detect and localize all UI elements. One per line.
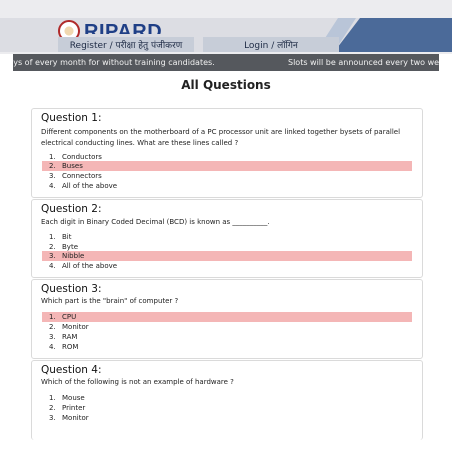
option-item[interactable]: 1. Bit xyxy=(42,232,412,242)
option-item[interactable]: 1. Mouse xyxy=(42,393,412,403)
option-label: Byte xyxy=(62,243,78,251)
question-title: Question 1: xyxy=(41,112,102,124)
option-label: All of the above xyxy=(62,262,118,270)
option-number: 3. xyxy=(49,172,56,180)
option-label: CPU xyxy=(62,313,77,321)
option-label: Monitor xyxy=(62,323,89,331)
option-item[interactable]: 2. Printer xyxy=(42,403,412,413)
option-label: Connectors xyxy=(62,172,102,180)
announcement-ticker: aturdays of every month for without trai… xyxy=(13,54,439,71)
option-number: 3. xyxy=(49,252,56,260)
register-button[interactable]: Register / परीक्षा हेतु पंजीकरण xyxy=(58,37,194,52)
question-title: Question 2: xyxy=(41,203,102,215)
option-number: 2. xyxy=(49,323,56,331)
option-number: 2. xyxy=(49,162,56,170)
question-card: Question 4: Which of the following is no… xyxy=(31,360,423,440)
option-label: ROM xyxy=(62,343,79,351)
ticker-text-left: aturdays of every month for without trai… xyxy=(13,58,215,67)
option-number: 3. xyxy=(49,333,56,341)
option-item[interactable]: 4. All of the above xyxy=(42,261,412,271)
option-number: 2. xyxy=(49,404,56,412)
question-card: Question 2: Each digit in Binary Coded D… xyxy=(31,199,423,278)
question-card: Question 1: Different components on the … xyxy=(31,108,423,198)
option-number: 1. xyxy=(49,313,56,321)
option-label: Bit xyxy=(62,233,72,241)
page-title: All Questions xyxy=(181,78,271,92)
option-label: Printer xyxy=(62,404,86,412)
question-title: Question 3: xyxy=(41,283,102,295)
login-button[interactable]: Login / लॉगिन xyxy=(203,37,339,52)
option-label: Conductors xyxy=(62,153,102,161)
question-card: Question 3: Which part is the "brain" of… xyxy=(31,279,423,359)
question-text: Each digit in Binary Coded Decimal (BCD)… xyxy=(41,218,270,226)
question-title: Question 4: xyxy=(41,364,102,376)
option-number: 1. xyxy=(49,394,56,402)
question-text: Which of the following is not an example… xyxy=(41,378,234,386)
option-item[interactable]: 3. Monitor xyxy=(42,413,412,423)
option-item-correct[interactable]: 1. CPU xyxy=(42,312,412,322)
site-header: RIPARD Register / परीक्षा हेतु पंजीकरण L… xyxy=(0,0,452,54)
option-label: Nibble xyxy=(62,252,85,260)
option-label: RAM xyxy=(62,333,78,341)
option-item[interactable]: 2. Monitor xyxy=(42,322,412,332)
question-text: Different components on the motherboard … xyxy=(41,128,401,147)
option-item[interactable]: 3. RAM xyxy=(42,332,412,342)
option-label: Monitor xyxy=(62,414,89,422)
option-number: 4. xyxy=(49,182,56,190)
option-item[interactable]: 4. ROM xyxy=(42,342,412,352)
option-item-correct[interactable]: 3. Nibble xyxy=(42,251,412,261)
ticker-text-right: Slots will be announced every two wee xyxy=(288,58,439,67)
option-label: All of the above xyxy=(62,182,118,190)
option-item-correct[interactable]: 2. Buses xyxy=(42,161,412,171)
option-number: 4. xyxy=(49,262,56,270)
option-item[interactable]: 3. Connectors xyxy=(42,171,412,181)
question-text: Which part is the "brain" of computer ? xyxy=(41,297,179,305)
option-label: Buses xyxy=(62,162,83,170)
option-item[interactable]: 4. All of the above xyxy=(42,181,412,191)
option-number: 1. xyxy=(49,233,56,241)
option-label: Mouse xyxy=(62,394,85,402)
option-number: 4. xyxy=(49,343,56,351)
option-number: 3. xyxy=(49,414,56,422)
brand-name: RIPARD xyxy=(84,22,163,34)
